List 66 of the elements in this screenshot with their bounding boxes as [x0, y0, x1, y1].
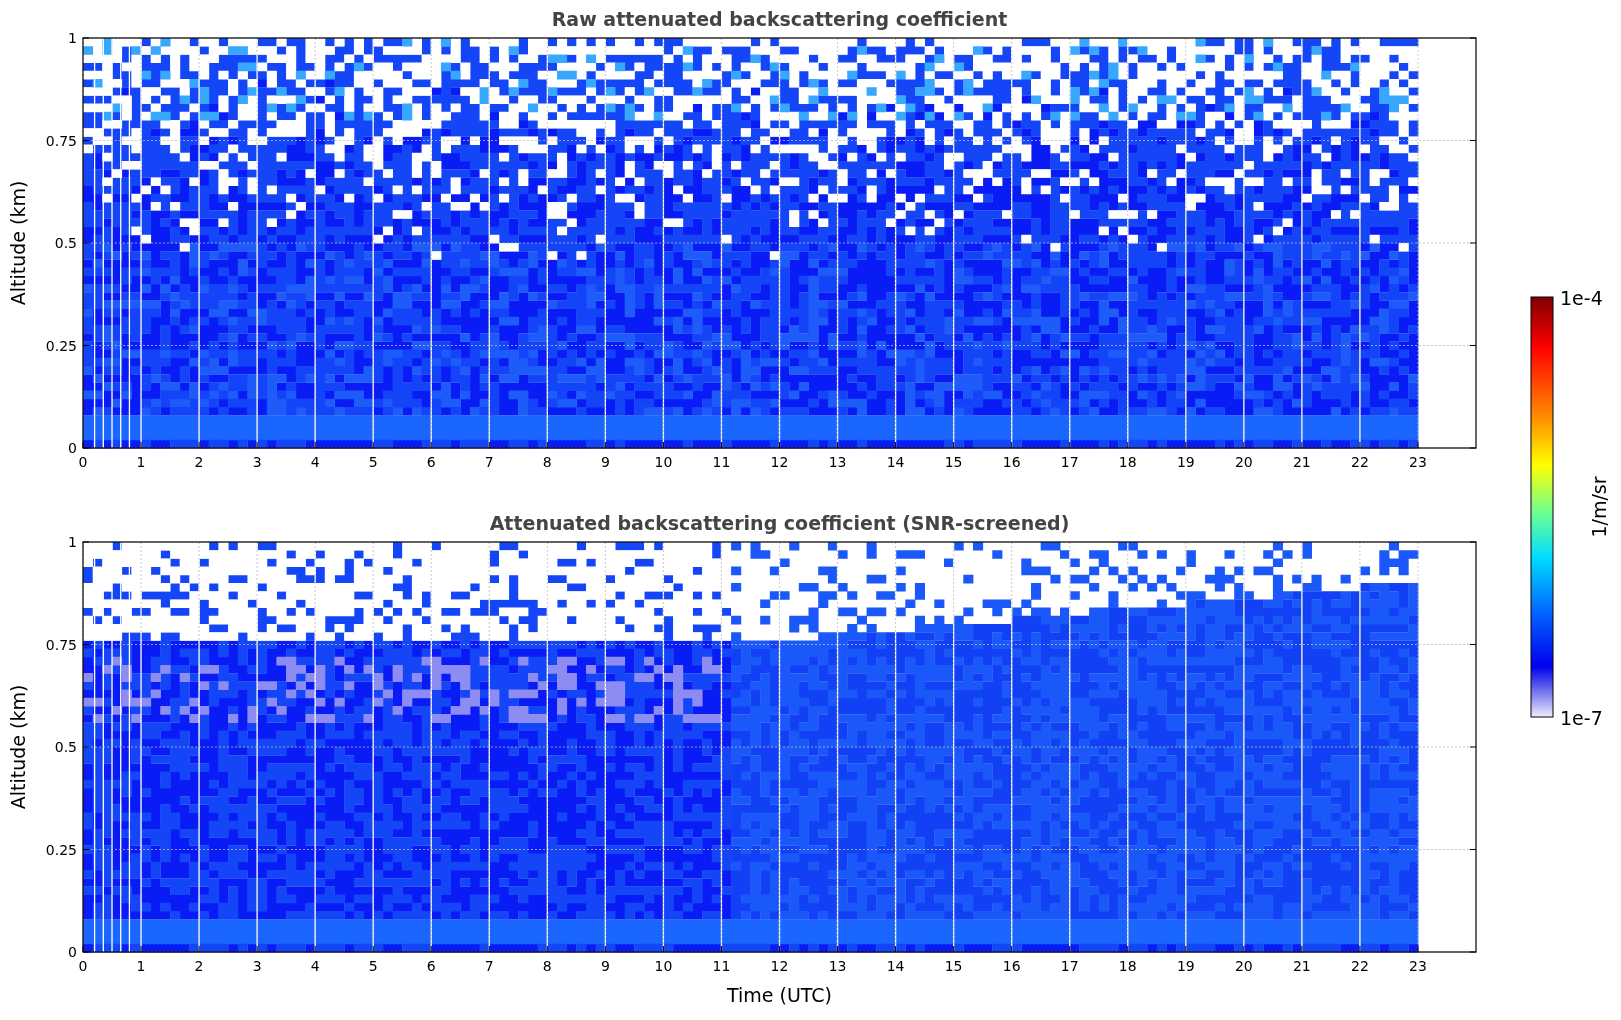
tick-label: 12: [770, 958, 789, 974]
tick-label: 9: [600, 454, 610, 470]
tick-label: 5: [368, 454, 378, 470]
tick-label: 11: [712, 454, 731, 470]
tick-label: 0.75: [45, 636, 77, 653]
tick-label: 23: [1409, 958, 1427, 974]
tick-label: 0.25: [45, 337, 77, 354]
tick-label: 2: [194, 958, 204, 974]
tick-label: 8: [542, 454, 552, 470]
tick-label: 13: [828, 454, 847, 470]
colorbar-min-label: 1e-7: [1560, 707, 1603, 729]
tick-label: 11: [712, 958, 731, 974]
tick-label: 10: [654, 454, 673, 470]
tick-label: 0: [78, 958, 88, 974]
tick-label: 0.25: [45, 841, 77, 858]
tick-label: 12: [770, 454, 789, 470]
tick-label: 6: [426, 454, 436, 470]
tick-label: 21: [1292, 454, 1311, 470]
tick-label: 13: [828, 958, 847, 974]
axis-label: Time (UTC): [727, 984, 832, 1006]
tick-label: 8: [542, 958, 552, 974]
tick-label: 22: [1351, 958, 1369, 974]
chart-title: Attenuated backscattering coefficient (SNR-screened): [489, 512, 1070, 534]
axis-label: Altitude (km): [7, 180, 29, 306]
tick-label: 0.5: [54, 739, 77, 755]
tick-label: 17: [1060, 958, 1079, 974]
tick-label: 20: [1234, 958, 1253, 974]
tick-label: 3: [252, 454, 262, 470]
tick-label: 18: [1118, 454, 1137, 470]
tick-label: 17: [1060, 454, 1079, 470]
tick-label: 2: [194, 454, 204, 470]
tick-label: 16: [1002, 958, 1021, 974]
tick-label: 19: [1176, 958, 1195, 974]
tick-label: 0: [68, 944, 77, 960]
tick-label: 1: [68, 534, 77, 550]
tick-label: 0.75: [45, 132, 77, 149]
tick-label: 19: [1176, 454, 1195, 470]
colorbar-label: 1/m/sr: [1588, 476, 1610, 538]
tick-label: 3: [252, 958, 262, 974]
chart-title: Raw attenuated backscattering coefficient: [551, 8, 1008, 30]
tick-label: 7: [484, 958, 494, 974]
tick-label: 16: [1002, 454, 1021, 470]
tick-label: 4: [310, 958, 320, 974]
tick-label: 6: [426, 958, 436, 974]
tick-label: 14: [886, 454, 905, 470]
tick-label: 9: [600, 958, 610, 974]
tick-label: 23: [1409, 454, 1427, 470]
tick-label: 4: [310, 454, 320, 470]
axis-label: Altitude (km): [7, 684, 29, 810]
colorbar-max-label: 1e-4: [1560, 287, 1603, 309]
tick-label: 1: [68, 30, 77, 46]
tick-label: 0.5: [54, 235, 77, 251]
tick-label: 0: [68, 440, 77, 456]
tick-label: 14: [886, 958, 905, 974]
tick-label: 7: [484, 454, 494, 470]
tick-label: 18: [1118, 958, 1137, 974]
tick-label: 5: [368, 958, 378, 974]
tick-label: 22: [1351, 454, 1369, 470]
tick-label: 0: [78, 454, 88, 470]
tick-label: 15: [944, 958, 963, 974]
tick-label: 1: [136, 958, 146, 974]
tick-label: 20: [1234, 454, 1253, 470]
tick-label: 15: [944, 454, 963, 470]
tick-label: 21: [1292, 958, 1311, 974]
tick-label: 1: [136, 454, 146, 470]
tick-label: 10: [654, 958, 673, 974]
